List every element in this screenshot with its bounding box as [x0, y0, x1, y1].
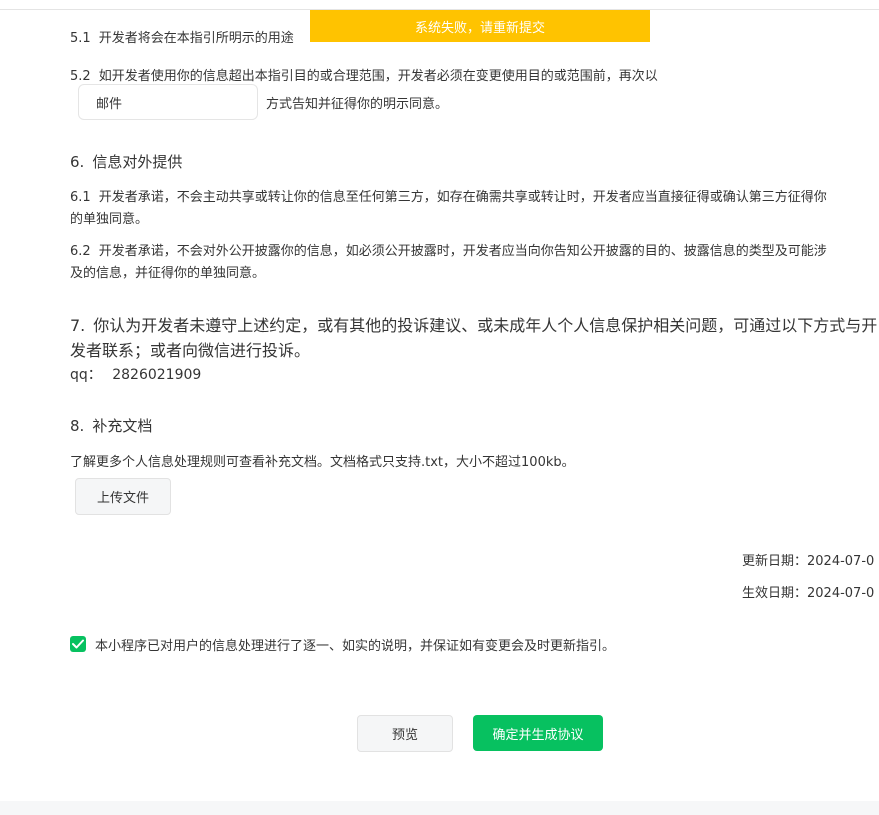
section6-heading-num: 6. — [70, 153, 85, 171]
section5-item1: 5.1 开发者将会在本指引所明示的用途 — [70, 27, 294, 46]
upload-file-button[interactable]: 上传文件 — [75, 478, 171, 515]
section6-heading: 6. 信息对外提供 — [70, 151, 182, 172]
contact-qq: qq： 2826021909 — [70, 364, 201, 384]
section6-item1-num: 6.1 — [70, 190, 91, 205]
section6-item1-line1: 开发者承诺，不会主动共享或转让你的信息至任何第三方，如存在确需共享或转让时，开发… — [98, 190, 827, 205]
section6-item2-line1: 开发者承诺，不会对外公开披露你的信息，如必须公开披露时，开发者应当向你告知公开披… — [98, 244, 827, 259]
section6-item2: 6.2 开发者承诺，不会对外公开披露你的信息，如必须公开披露时，开发者应当向你告知… — [70, 240, 827, 259]
section7-line1-text: 你认为开发者未遵守上述约定，或有其他的投诉建议、或未成年人个人信息保护相关问题，… — [93, 316, 878, 335]
section7-line2: 发者联系；或者向微信进行投诉。 — [70, 341, 311, 360]
section6-item1: 6.1 开发者承诺，不会主动共享或转让你的信息至任何第三方，如存在确需共享或转让时… — [70, 186, 827, 205]
updated-date: 更新日期：2024-07-0 — [742, 554, 875, 569]
confirm-generate-button[interactable]: 确定并生成协议 — [473, 715, 603, 751]
section5-item1-num: 5.1 — [70, 31, 91, 46]
section8-heading: 8. 补充文档 — [70, 415, 152, 436]
agreement-checkbox[interactable] — [70, 636, 86, 652]
section6-heading-text: 信息对外提供 — [92, 153, 183, 171]
section8-heading-text: 补充文档 — [92, 417, 153, 435]
footer-band — [0, 801, 879, 815]
upload-file-label: 上传文件 — [96, 491, 149, 506]
notify-method-value: 邮件 — [96, 96, 123, 112]
error-toast-text: 系统失败，请重新提交 — [414, 20, 545, 36]
section8-description: 了解更多个人信息处理规则可查看补充文档。文档格式只支持.txt，大小不超过100… — [70, 455, 575, 470]
effective-date: 生效日期：2024-07-0 — [742, 586, 875, 601]
preview-label: 预览 — [391, 728, 418, 743]
section7-line1: 7. 你认为开发者未遵守上述约定，或有其他的投诉建议、或未成年人个人信息保护相关问… — [70, 312, 877, 336]
section5-item2: 5.2 如开发者使用你的信息超出本指引目的或合理范围，开发者必须在变更使用目的或范… — [70, 65, 658, 84]
section5-item2-text: 如开发者使用你的信息超出本指引目的或合理范围，开发者必须在变更使用目的或范围前，… — [98, 69, 658, 84]
notify-method-input[interactable]: 邮件 — [78, 84, 258, 120]
error-toast: 系统失败，请重新提交 — [310, 10, 650, 42]
section5-item2-num: 5.2 — [70, 69, 91, 84]
check-icon — [72, 639, 84, 649]
section8-heading-num: 8. — [70, 417, 85, 435]
section6-item2-line2: 及的信息，并征得你的单独同意。 — [70, 266, 266, 281]
agreement-text: 本小程序已对用户的信息处理进行了逐一、如实的说明，并保证如有变更会及时更新指引。 — [95, 639, 616, 654]
contact-qq-label: qq： — [70, 367, 102, 383]
confirm-generate-label: 确定并生成协议 — [492, 727, 584, 743]
contact-qq-value: 2826021909 — [112, 367, 202, 383]
section6-item2-num: 6.2 — [70, 244, 91, 259]
section6-item1-line2: 的单独同意。 — [70, 212, 149, 227]
section7-heading-num: 7. — [70, 316, 86, 335]
section5-item1-text: 开发者将会在本指引所明示的用途 — [98, 31, 294, 46]
preview-button[interactable]: 预览 — [357, 715, 453, 752]
notify-method-suffix: 方式告知并征得你的明示同意。 — [266, 97, 449, 112]
